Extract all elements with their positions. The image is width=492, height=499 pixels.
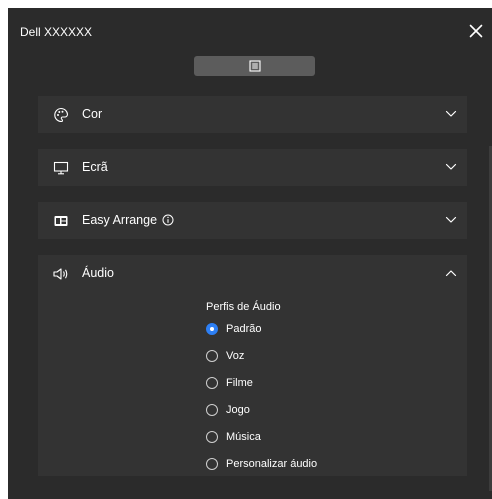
- panel-header-cor[interactable]: Cor: [38, 96, 467, 133]
- panel-easy-arrange: Easy Arrange: [38, 202, 467, 239]
- audio-profile-label: Voz: [226, 350, 245, 362]
- layout-icon: [52, 212, 70, 230]
- audio-profile-label: Jogo: [226, 404, 250, 416]
- audio-profile-option[interactable]: Personalizar áudio: [206, 456, 317, 472]
- window-title: Dell XXXXXX: [20, 25, 93, 39]
- app-window: Dell XXXXXX Cor Ecrã Easy Arrange Áudio …: [8, 8, 492, 499]
- audio-profile-option[interactable]: Padrão: [206, 321, 261, 337]
- audio-profile-label: Padrão: [226, 323, 262, 335]
- chevron-down-icon: [445, 216, 457, 223]
- radio-button[interactable]: [206, 323, 218, 335]
- audio-profile-label: Filme: [226, 377, 253, 389]
- audio-profile-option[interactable]: Música: [206, 429, 261, 445]
- audio-profile-option[interactable]: Filme: [206, 375, 253, 391]
- panel-label: Easy Arrange: [82, 213, 174, 227]
- chevron-down-icon: [445, 110, 457, 117]
- audio-profiles-label: Perfis de Áudio: [206, 301, 281, 313]
- menu-button[interactable]: [194, 56, 315, 76]
- audio-profile-option[interactable]: Jogo: [206, 402, 250, 418]
- list-menu-icon: [248, 60, 261, 72]
- panel-label: Cor: [82, 107, 103, 121]
- panel-label: Ecrã: [82, 160, 108, 174]
- monitor-icon: [52, 159, 70, 177]
- close-button[interactable]: [466, 21, 486, 41]
- audio-profile-label: Música: [226, 431, 261, 443]
- radio-button[interactable]: [206, 404, 218, 416]
- close-icon: [469, 24, 483, 38]
- radio-button[interactable]: [206, 350, 218, 362]
- panel-header-ecra[interactable]: Ecrã: [38, 149, 467, 186]
- radio-button[interactable]: [206, 377, 218, 389]
- panel-header-easy-arrange[interactable]: Easy Arrange: [38, 202, 467, 239]
- audio-profile-option[interactable]: Voz: [206, 348, 244, 364]
- chevron-up-icon: [445, 270, 457, 277]
- chevron-down-icon: [445, 163, 457, 170]
- panel-audio: Áudio Perfis de Áudio Padrão Voz Filme J…: [38, 255, 467, 476]
- info-icon[interactable]: [162, 214, 174, 226]
- panel-header-audio[interactable]: Áudio: [38, 255, 467, 292]
- palette-icon: [52, 106, 70, 124]
- radio-button[interactable]: [206, 431, 218, 443]
- panel-label: Áudio: [82, 266, 114, 280]
- radio-button[interactable]: [206, 458, 218, 470]
- panel-label-text: Easy Arrange: [82, 213, 158, 227]
- panel-ecra: Ecrã: [38, 149, 467, 186]
- panel-cor: Cor: [38, 96, 467, 133]
- speaker-icon: [52, 265, 70, 283]
- audio-profile-label: Personalizar áudio: [226, 458, 318, 470]
